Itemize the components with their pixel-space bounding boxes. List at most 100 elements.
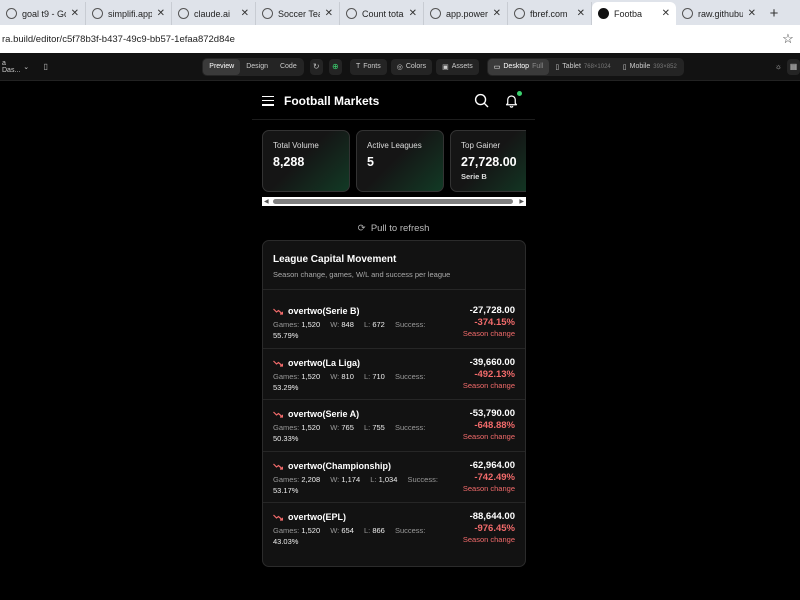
workspace-selector[interactable]: a Das... ⌄ bbox=[0, 59, 35, 75]
league-stats: Games: 1,520 W: 810 L: 710 Success: 53.2… bbox=[273, 371, 443, 393]
stat-card[interactable]: Top Gainer 27,728.00 Serie B bbox=[450, 130, 526, 192]
losses-label: L: bbox=[363, 320, 371, 329]
close-tab-icon[interactable]: ✕ bbox=[493, 8, 501, 19]
close-tab-icon[interactable]: ✕ bbox=[409, 8, 417, 19]
capital-amount: -39,660.00 bbox=[469, 356, 515, 368]
address-bar: ra.build/editor/c5f78b3f-b437-49c9-bb57-… bbox=[0, 25, 800, 53]
games-value: 1,520 bbox=[301, 423, 321, 432]
stat-card[interactable]: Active Leagues 5 bbox=[356, 130, 444, 192]
device-meta: Full bbox=[532, 63, 544, 70]
close-tab-icon[interactable]: ✕ bbox=[748, 8, 756, 19]
bookmark-star-icon[interactable]: ☆ bbox=[776, 31, 800, 47]
mobile-device-button[interactable]: ▯ Mobile 393×852 bbox=[617, 59, 683, 75]
tablet-device-button[interactable]: ▯ Tablet 768×1024 bbox=[549, 59, 616, 75]
grid-icon[interactable]: ▦ bbox=[786, 58, 800, 75]
preview-tab[interactable]: Preview bbox=[203, 58, 241, 75]
league-capital-panel: League Capital Movement Season change, g… bbox=[262, 240, 526, 567]
tab-favicon-icon bbox=[178, 8, 189, 19]
scroll-right-arrow-icon[interactable]: ▶ bbox=[519, 198, 524, 205]
losses-value: 1,034 bbox=[378, 474, 398, 484]
horizontal-scrollbar[interactable]: ◀ ▶ bbox=[262, 197, 526, 206]
league-row[interactable]: overtwo(La Liga) Games: 1,520 W: 810 L: … bbox=[263, 349, 525, 400]
menu-icon[interactable] bbox=[262, 95, 274, 106]
close-tab-icon[interactable]: ✕ bbox=[241, 8, 249, 19]
wins-value: 765 bbox=[341, 423, 354, 432]
stat-label: Active Leagues bbox=[367, 141, 422, 150]
season-change-percent: -648.88% bbox=[474, 420, 515, 431]
wins-value: 810 bbox=[341, 371, 354, 381]
losses-value: 866 bbox=[372, 526, 385, 535]
device-meta: 768×1024 bbox=[583, 63, 611, 70]
losses-value: 710 bbox=[372, 371, 385, 381]
season-change-percent: -742.49% bbox=[474, 471, 515, 483]
new-tab-button[interactable]: + bbox=[762, 2, 786, 25]
close-tab-icon[interactable]: ✕ bbox=[157, 8, 165, 19]
theme-toggle-icon[interactable]: ☼ bbox=[772, 59, 785, 75]
games-label: Games: bbox=[273, 474, 300, 484]
wins-label: W: bbox=[330, 423, 340, 432]
league-list: overtwo(Serie B) Games: 1,520 W: 848 L: … bbox=[263, 297, 525, 555]
fonts-button[interactable]: T Fonts bbox=[349, 58, 387, 75]
browser-tab[interactable]: Soccer Team ✕ bbox=[256, 2, 340, 25]
wins-label: W: bbox=[330, 526, 340, 535]
device-label: Desktop bbox=[503, 63, 530, 70]
league-name: overtwo(La Liga) bbox=[288, 357, 361, 368]
stat-label: Top Gainer bbox=[461, 141, 501, 150]
browser-tab[interactable]: app.powerb ✕ bbox=[424, 2, 508, 25]
league-row[interactable]: overtwo(Serie A) Games: 1,520 W: 765 L: … bbox=[263, 400, 525, 452]
tab-title: Soccer Team bbox=[278, 8, 320, 19]
code-tab[interactable]: Code bbox=[274, 59, 303, 75]
refresh-label: Pull to refresh bbox=[370, 223, 430, 234]
url-field[interactable]: ra.build/editor/c5f78b3f-b437-49c9-bb57-… bbox=[2, 34, 776, 45]
stat-cards: Total Volume 8,288 Active Leagues 5 Top … bbox=[262, 130, 526, 193]
app-header: Football Markets bbox=[252, 82, 535, 120]
close-tab-icon[interactable]: ✕ bbox=[325, 8, 333, 19]
close-tab-icon[interactable]: ✕ bbox=[662, 8, 670, 19]
league-row[interactable]: overtwo(Serie B) Games: 1,520 W: 848 L: … bbox=[263, 297, 525, 349]
search-icon[interactable] bbox=[467, 87, 495, 115]
close-tab-icon[interactable]: ✕ bbox=[71, 8, 79, 19]
fonts-label: Fonts bbox=[363, 63, 381, 70]
stat-card[interactable]: Total Volume 8,288 bbox=[262, 130, 350, 192]
device-label: Tablet bbox=[562, 63, 581, 70]
success-value: 50.33% bbox=[273, 434, 299, 443]
league-row[interactable]: overtwo(EPL) Games: 1,520 W: 654 L: 866 … bbox=[263, 503, 525, 555]
app-preview: Football Markets Total Volume 8,288 Acti… bbox=[252, 82, 535, 600]
scroll-left-arrow-icon[interactable]: ◀ bbox=[264, 198, 269, 205]
browser-tab-active[interactable]: Footba ✕ bbox=[592, 2, 676, 25]
sidebar-toggle-icon[interactable]: ▯ bbox=[39, 59, 52, 75]
notification-bell-icon[interactable] bbox=[497, 87, 525, 115]
wins-label: W: bbox=[330, 320, 340, 329]
browser-tab[interactable]: claude.ai ✕ bbox=[172, 2, 256, 25]
league-name: overtwo(Serie A) bbox=[288, 409, 360, 419]
close-tab-icon[interactable]: ✕ bbox=[577, 8, 585, 19]
capital-amount: -53,790.00 bbox=[469, 408, 515, 419]
browser-tab[interactable]: fbref.com ✕ bbox=[508, 2, 592, 25]
mode-switcher: Preview Design Code bbox=[202, 57, 304, 76]
phone-icon: ▯ bbox=[622, 63, 627, 71]
league-row[interactable]: overtwo(Championship) Games: 2,208 W: 1,… bbox=[263, 452, 525, 503]
colors-button[interactable]: ◎ Colors bbox=[390, 58, 433, 75]
games-label: Games: bbox=[273, 526, 300, 535]
tab-title: Footba bbox=[614, 8, 643, 19]
browser-tab[interactable]: simplifi.app ✕ bbox=[86, 2, 172, 25]
games-value: 1,520 bbox=[301, 526, 321, 535]
success-label: Success: bbox=[407, 474, 438, 484]
browser-tab[interactable]: raw.githubu ✕ bbox=[676, 2, 762, 25]
panel-subtitle: Season change, games, W/L and success pe… bbox=[263, 265, 525, 290]
tab-favicon-icon bbox=[430, 8, 441, 19]
colors-label: Colors bbox=[405, 63, 427, 70]
run-status-icon[interactable]: ⊕ bbox=[328, 58, 342, 75]
assets-button[interactable]: ▣ Assets bbox=[436, 58, 479, 75]
desktop-device-button[interactable]: ▭ Desktop Full bbox=[487, 58, 550, 75]
tab-title: app.powerb bbox=[446, 8, 488, 19]
season-change-label: Season change bbox=[462, 432, 515, 441]
browser-tab[interactable]: goal t9 - Go ✕ bbox=[0, 2, 86, 25]
tab-title: fbref.com bbox=[530, 8, 568, 19]
design-tab[interactable]: Design bbox=[240, 59, 274, 75]
pull-to-refresh[interactable]: ⟳ Pull to refresh bbox=[252, 223, 535, 234]
scrollbar-thumb[interactable] bbox=[273, 199, 513, 204]
refresh-icon[interactable]: ↻ bbox=[309, 58, 323, 75]
league-stats: Games: 1,520 W: 848 L: 672 Success: 55.7… bbox=[273, 319, 443, 341]
browser-tab[interactable]: Count total ✕ bbox=[340, 2, 424, 25]
